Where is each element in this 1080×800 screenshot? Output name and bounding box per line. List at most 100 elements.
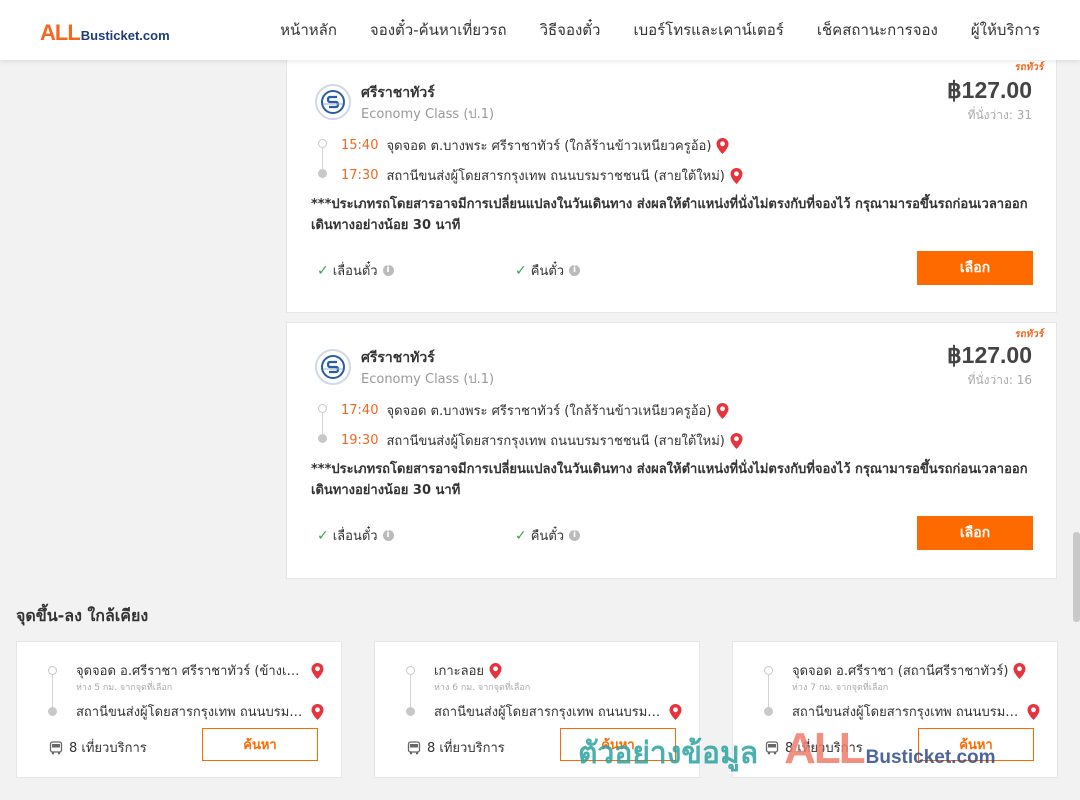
nav-operators[interactable]: ผู้ให้บริการ	[971, 18, 1040, 42]
map-pin-icon[interactable]	[1027, 703, 1040, 720]
select-trip-button[interactable]: เลือก	[917, 516, 1033, 550]
nav-home[interactable]: หน้าหลัก	[280, 18, 337, 42]
nearby-distance: ห่าง 7 กม. จากจุดที่เลือก	[792, 683, 889, 693]
trip-card: รถทัวร์ ศรีราชาทัวร์ Economy Class (ป.1)…	[286, 322, 1057, 579]
route-start-dot	[48, 666, 57, 675]
nearby-to: สถานีขนส่งผู้โดยสารกรุงเทพ ถนนบรมร...	[76, 701, 338, 722]
arrival-place: สถานีขนส่งผู้โดยสารกรุงเทพ ถนนบรมราชชนนี…	[386, 169, 725, 184]
site-header: ALL Busticket.com หน้าหลัก จองตั๋ว-ค้นหา…	[0, 0, 1080, 60]
feature-label: คืนตั๋ว	[530, 264, 565, 279]
nav-contact-counter[interactable]: เบอร์โทรและเคาน์เตอร์	[633, 18, 783, 42]
operator-logo-icon	[315, 349, 351, 385]
feature-reschedule: ✓ เลื่อนตั๋ว i	[317, 525, 394, 546]
arrival-stop: 19:30 สถานีขนส่งผู้โดยสารกรุงเทพ ถนนบรมร…	[341, 430, 743, 451]
feature-label: เลื่อนตั๋ว	[332, 529, 378, 544]
map-pin-icon[interactable]	[669, 703, 682, 720]
bus-class: Economy Class (ป.1)	[361, 107, 495, 122]
nearby-from: จุดจอด อ.ศรีราชา (สถานีศรีราชาทัวร์)	[792, 660, 1054, 681]
route-end-dot	[318, 434, 327, 443]
route-end-dot	[318, 169, 327, 178]
logo-busticket-text: Busticket.com	[80, 28, 170, 43]
nearby-distance: ห่าง 6 กม. จากจุดที่เลือก	[434, 683, 531, 693]
route-start-dot	[764, 666, 773, 675]
seats-available: ที่นั่งว่าง: 31	[967, 108, 1032, 122]
feature-label: เลื่อนตั๋ว	[332, 264, 378, 279]
map-pin-icon[interactable]	[489, 662, 502, 679]
arrival-time: 17:30	[341, 168, 379, 183]
info-icon[interactable]: i	[382, 530, 394, 541]
feature-reschedule: ✓ เลื่อนตั๋ว i	[317, 260, 394, 281]
map-pin-icon[interactable]	[311, 662, 324, 679]
trip-notice: ***ประเภทรถโดยสารอาจมีการเปลี่ยนแปลงในวั…	[311, 462, 1028, 498]
route-end-dot	[48, 707, 57, 716]
departure-time: 15:40	[341, 138, 379, 153]
main-nav: หน้าหลัก จองตั๋ว-ค้นหาเที่ยวรถ วิธีจองตั…	[247, 0, 1040, 60]
feature-refund: ✓ คืนตั๋ว i	[515, 525, 581, 546]
trip-count: 8 เที่ยวบริการ	[49, 737, 147, 758]
page-scrollbar[interactable]	[1073, 532, 1080, 622]
departure-stop: 17:40 จุดจอด ต.บางพระ ศรีราชาทัวร์ (ใกล้…	[341, 400, 729, 421]
route-end-dot	[406, 707, 415, 716]
map-pin-icon[interactable]	[1013, 662, 1026, 679]
nearby-card: จุดจอด อ.ศรีราชา ศรีราชาทัวร์ (ข้างเซ็..…	[16, 641, 342, 778]
nearby-search-button[interactable]: ค้นหา	[918, 728, 1034, 761]
route-start-dot	[406, 666, 415, 675]
map-pin-icon[interactable]	[716, 137, 729, 154]
departure-place: จุดจอด ต.บางพระ ศรีราชาทัวร์ (ใกล้ร้านข้…	[386, 139, 712, 154]
nearby-to: สถานีขนส่งผู้โดยสารกรุงเทพ ถนนบรมร...	[434, 701, 696, 722]
nearby-stops-title: จุดขึ้น-ลง ใกล้เคียง	[16, 606, 149, 625]
nearby-search-button[interactable]: ค้นหา	[202, 728, 318, 761]
trip-notice: ***ประเภทรถโดยสารอาจมีการเปลี่ยนแปลงในวั…	[311, 197, 1028, 233]
nearby-to-place: สถานีขนส่งผู้โดยสารกรุงเทพ ถนนบรมร...	[434, 705, 664, 720]
operator-name: ศรีราชาทัวร์	[361, 85, 435, 101]
nav-how-to-book[interactable]: วิธีจองตั๋ว	[540, 18, 601, 42]
nav-book-search[interactable]: จองตั๋ว-ค้นหาเที่ยวรถ	[370, 18, 507, 42]
nearby-card: เกาะลอย ห่าง 6 กม. จากจุดที่เลือก สถานีข…	[374, 641, 700, 778]
nearby-to-place: สถานีขนส่งผู้โดยสารกรุงเทพ ถนนบรมร...	[76, 705, 306, 720]
nearby-card: จุดจอด อ.ศรีราชา (สถานีศรีราชาทัวร์) ห่า…	[732, 641, 1058, 778]
trip-count: 8 เที่ยวบริการ	[407, 737, 505, 758]
departure-time: 17:40	[341, 403, 379, 418]
nearby-from: จุดจอด อ.ศรีราชา ศรีราชาทัวร์ (ข้างเซ็..…	[76, 660, 338, 681]
route-line	[52, 675, 53, 707]
nav-check-booking[interactable]: เช็คสถานะการจอง	[817, 18, 938, 42]
operator-logo-icon	[315, 84, 351, 120]
departure-place: จุดจอด ต.บางพระ ศรีราชาทัวร์ (ใกล้ร้านข้…	[386, 404, 712, 419]
arrival-place: สถานีขนส่งผู้โดยสารกรุงเทพ ถนนบรมราชชนนี…	[386, 434, 725, 449]
bus-type-tag: รถทัวร์	[1014, 62, 1045, 73]
check-icon: ✓	[515, 262, 527, 279]
nearby-to: สถานีขนส่งผู้โดยสารกรุงเทพ ถนนบรมร...	[792, 701, 1054, 722]
check-icon: ✓	[515, 527, 527, 544]
seats-available: ที่นั่งว่าง: 16	[967, 373, 1032, 387]
select-trip-button[interactable]: เลือก	[917, 251, 1033, 285]
map-pin-icon[interactable]	[716, 402, 729, 419]
check-icon: ✓	[317, 527, 329, 544]
info-icon[interactable]: i	[382, 265, 394, 276]
map-pin-icon[interactable]	[730, 167, 743, 184]
info-icon[interactable]: i	[569, 265, 581, 276]
check-icon: ✓	[317, 262, 329, 279]
trip-count-label: 8 เที่ยวบริการ	[785, 741, 863, 756]
nearby-from: เกาะลอย	[434, 660, 696, 681]
bus-icon	[407, 740, 421, 754]
logo-all-text: ALL	[40, 20, 81, 45]
ticket-price: ฿127.00	[947, 342, 1032, 368]
nearby-distance: ห่าง 5 กม. จากจุดที่เลือก	[76, 683, 173, 693]
nearby-search-button[interactable]: ค้นหา	[560, 728, 676, 761]
map-pin-icon[interactable]	[730, 432, 743, 449]
departure-stop: 15:40 จุดจอด ต.บางพระ ศรีราชาทัวร์ (ใกล้…	[341, 135, 729, 156]
trip-count-label: 8 เที่ยวบริการ	[69, 741, 147, 756]
nearby-to-place: สถานีขนส่งผู้โดยสารกรุงเทพ ถนนบรมร...	[792, 705, 1022, 720]
arrival-stop: 17:30 สถานีขนส่งผู้โดยสารกรุงเทพ ถนนบรมร…	[341, 165, 743, 186]
operator-name: ศรีราชาทัวร์	[361, 350, 435, 366]
map-pin-icon[interactable]	[311, 703, 324, 720]
info-icon[interactable]: i	[569, 530, 581, 541]
site-logo[interactable]: ALL Busticket.com	[40, 20, 170, 46]
feature-refund: ✓ คืนตั๋ว i	[515, 260, 581, 281]
route-line	[410, 675, 411, 707]
trip-count-label: 8 เที่ยวบริการ	[427, 741, 505, 756]
bus-icon	[765, 740, 779, 754]
arrival-time: 19:30	[341, 433, 379, 448]
nearby-from-place: จุดจอด อ.ศรีราชา ศรีราชาทัวร์ (ข้างเซ็..…	[76, 664, 306, 679]
trip-count: 8 เที่ยวบริการ	[765, 737, 863, 758]
